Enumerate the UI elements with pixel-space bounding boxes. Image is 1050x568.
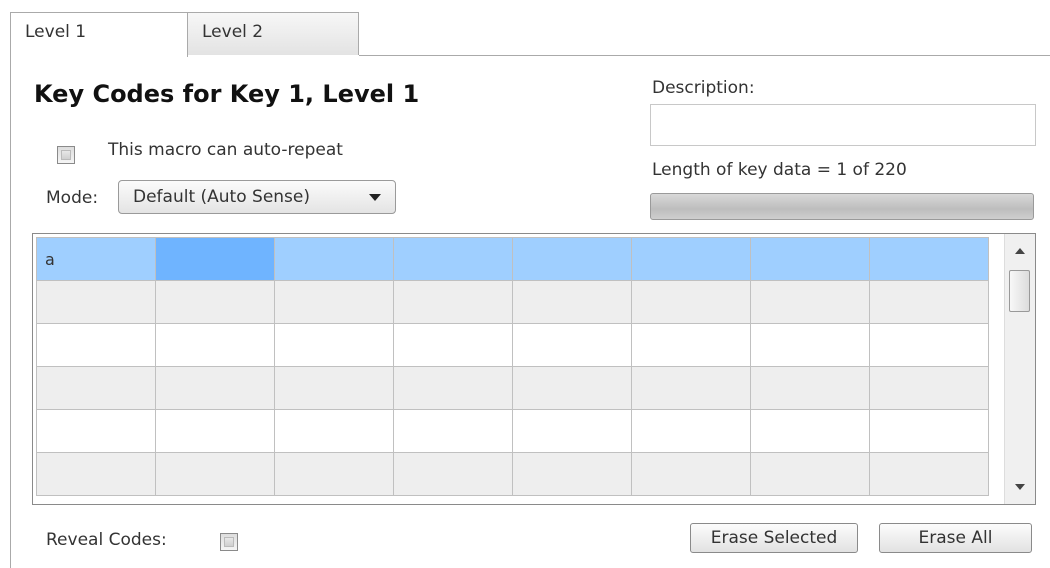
tab-level-2[interactable]: Level 2 — [187, 12, 359, 55]
erase-selected-button[interactable]: Erase Selected — [690, 523, 858, 553]
erase-all-button[interactable]: Erase All — [879, 523, 1032, 553]
chevron-down-icon — [369, 194, 381, 201]
grid-cell[interactable] — [631, 280, 751, 324]
grid-cell[interactable] — [512, 452, 632, 496]
grid-cell[interactable] — [869, 452, 989, 496]
scroll-thumb[interactable] — [1009, 270, 1030, 312]
grid-cell[interactable] — [750, 280, 870, 324]
auto-repeat-label: This macro can auto-repeat — [108, 140, 343, 160]
grid-cell[interactable] — [631, 452, 751, 496]
grid-cell[interactable] — [631, 237, 751, 281]
grid-cell[interactable] — [155, 280, 275, 324]
description-input[interactable] — [650, 104, 1036, 146]
grid-cell[interactable] — [36, 323, 156, 367]
grid-cell[interactable] — [36, 280, 156, 324]
grid-cell[interactable] — [512, 366, 632, 410]
grid-cell[interactable] — [274, 280, 394, 324]
scroll-down-icon[interactable] — [1015, 484, 1025, 490]
grid-cell[interactable] — [155, 237, 275, 281]
grid-cell[interactable] — [869, 237, 989, 281]
grid-cell[interactable] — [750, 237, 870, 281]
mode-label: Mode: — [46, 188, 99, 208]
grid-cell[interactable] — [155, 452, 275, 496]
mode-dropdown[interactable]: Default (Auto Sense) — [118, 180, 396, 214]
grid-cell[interactable] — [393, 409, 513, 453]
auto-repeat-checkbox[interactable] — [57, 146, 75, 164]
grid-cell[interactable] — [631, 409, 751, 453]
reveal-codes-checkbox[interactable] — [220, 533, 238, 551]
grid-cell[interactable] — [512, 409, 632, 453]
table-row[interactable] — [36, 409, 989, 453]
table-row[interactable] — [36, 366, 989, 410]
grid-cell[interactable] — [512, 280, 632, 324]
grid-cell[interactable] — [869, 366, 989, 410]
grid-cell[interactable] — [750, 366, 870, 410]
grid-cell[interactable]: a — [36, 237, 156, 281]
grid-cell[interactable] — [750, 323, 870, 367]
grid-scrollbar[interactable] — [1004, 234, 1035, 504]
key-codes-table: a — [36, 237, 989, 496]
grid-cell[interactable] — [631, 323, 751, 367]
grid-cell[interactable] — [869, 323, 989, 367]
table-row[interactable] — [36, 452, 989, 496]
grid-cell[interactable] — [36, 452, 156, 496]
grid-cell[interactable] — [393, 237, 513, 281]
grid-cell[interactable] — [512, 323, 632, 367]
reveal-codes-label: Reveal Codes: — [46, 530, 167, 550]
grid-cell[interactable] — [155, 366, 275, 410]
key-codes-grid[interactable]: a — [32, 233, 1036, 505]
grid-cell[interactable] — [274, 237, 394, 281]
tab-level-1[interactable]: Level 1 — [10, 12, 188, 57]
grid-cell[interactable] — [393, 452, 513, 496]
tab-strip: Level 1 Level 2 — [0, 0, 1050, 57]
length-label: Length of key data = 1 of 220 — [652, 160, 907, 180]
grid-cell[interactable] — [155, 409, 275, 453]
grid-cell[interactable] — [393, 280, 513, 324]
length-progress-bar — [650, 193, 1034, 220]
table-row[interactable] — [36, 280, 989, 324]
page-title: Key Codes for Key 1, Level 1 — [34, 80, 420, 108]
grid-cell[interactable] — [750, 409, 870, 453]
table-row[interactable]: a — [36, 237, 989, 281]
grid-cell[interactable] — [274, 409, 394, 453]
grid-cell[interactable] — [750, 452, 870, 496]
grid-cell[interactable] — [393, 366, 513, 410]
grid-cell[interactable] — [274, 366, 394, 410]
grid-cell[interactable] — [36, 366, 156, 410]
grid-cell[interactable] — [512, 237, 632, 281]
grid-cell[interactable] — [274, 452, 394, 496]
table-row[interactable] — [36, 323, 989, 367]
scroll-up-icon[interactable] — [1015, 248, 1025, 254]
grid-cell[interactable] — [36, 409, 156, 453]
grid-cell[interactable] — [869, 280, 989, 324]
grid-cell[interactable] — [869, 409, 989, 453]
grid-cell[interactable] — [393, 323, 513, 367]
mode-value: Default (Auto Sense) — [133, 187, 310, 207]
grid-cell[interactable] — [155, 323, 275, 367]
description-label: Description: — [652, 78, 755, 98]
grid-cell[interactable] — [274, 323, 394, 367]
grid-cell[interactable] — [631, 366, 751, 410]
